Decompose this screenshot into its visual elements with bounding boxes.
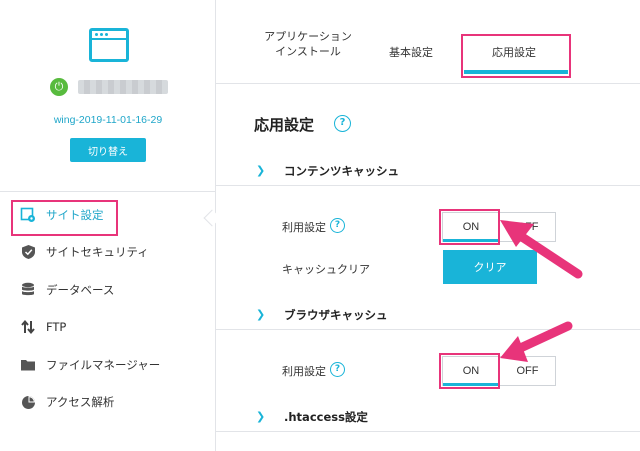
sidebar-item-label: ファイルマネージャー xyxy=(46,357,161,372)
highlight-box xyxy=(439,353,500,389)
usage-setting-label: 利用設定 xyxy=(282,221,326,234)
help-icon[interactable]: ? xyxy=(330,218,345,233)
chevron-down-icon: ❯ xyxy=(256,164,266,177)
sidebar-item-file-manager[interactable]: ファイルマネージャー xyxy=(0,346,216,384)
section-heading: ブラウザキャッシュ xyxy=(284,307,388,322)
chevron-down-icon: ❯ xyxy=(256,410,266,423)
shield-icon xyxy=(20,244,36,260)
sidebar-item-ftp[interactable]: FTP xyxy=(0,309,216,347)
site-name: wing-2019-11-01-16-29 xyxy=(53,114,163,126)
transfer-arrows-icon xyxy=(20,319,36,335)
usage-setting-label: 利用設定 xyxy=(282,365,326,378)
page-title: 応用設定 xyxy=(254,116,315,134)
folder-icon xyxy=(20,357,36,373)
help-icon[interactable]: ? xyxy=(330,362,345,377)
sidebar-item-label: FTP xyxy=(46,320,67,335)
clear-button[interactable]: クリア xyxy=(443,250,537,284)
highlight-box xyxy=(439,209,500,245)
site-header: ⏻ wing-2019-11-01-16-29 切り替え xyxy=(0,0,216,192)
cache-clear-label: キャッシュクリア xyxy=(282,263,370,276)
blurred-domain xyxy=(78,80,168,94)
sidebar-item-label: データベース xyxy=(46,282,115,297)
tab-app-install[interactable]: アプリケーション インストール xyxy=(258,30,358,60)
section-htaccess[interactable]: ❯ .htaccess設定 xyxy=(216,402,640,432)
chevron-down-icon: ❯ xyxy=(256,308,266,321)
power-icon: ⏻ xyxy=(50,78,68,96)
sidebar-item-label: サイトセキュリティ xyxy=(46,245,149,260)
highlight-box xyxy=(461,34,571,78)
sidebar-item-label: アクセス解析 xyxy=(46,395,115,410)
pie-chart-icon xyxy=(20,394,36,410)
sidebar-item-access-analysis[interactable]: アクセス解析 xyxy=(0,384,216,422)
database-icon xyxy=(20,282,36,298)
sidebar-item-database[interactable]: データベース xyxy=(0,271,216,309)
tab-basic-settings[interactable]: 基本設定 xyxy=(376,46,446,61)
sidebar-item-site-security[interactable]: サイトセキュリティ xyxy=(0,234,216,272)
highlight-box xyxy=(11,200,118,236)
section-heading: .htaccess設定 xyxy=(284,409,368,424)
section-heading: コンテンツキャッシュ xyxy=(284,163,399,178)
browser-window-icon xyxy=(89,28,129,62)
tab-label-line2: インストール xyxy=(275,44,341,58)
off-option[interactable]: OFF xyxy=(499,213,555,241)
switch-button[interactable]: 切り替え xyxy=(70,138,146,162)
section-content-cache[interactable]: ❯ コンテンツキャッシュ xyxy=(216,156,640,186)
off-option[interactable]: OFF xyxy=(499,357,555,385)
main-panel: アプリケーション インストール 基本設定 応用設定 応用設定 ? ❯ コンテンツ… xyxy=(216,0,640,451)
tab-bar: アプリケーション インストール 基本設定 応用設定 xyxy=(216,0,640,84)
tab-label-line1: アプリケーション xyxy=(264,30,352,43)
section-browser-cache[interactable]: ❯ ブラウザキャッシュ xyxy=(216,300,640,330)
help-icon[interactable]: ? xyxy=(334,115,351,132)
sidebar: ⏻ wing-2019-11-01-16-29 切り替え サイト設定 サイトセキ… xyxy=(0,0,216,451)
